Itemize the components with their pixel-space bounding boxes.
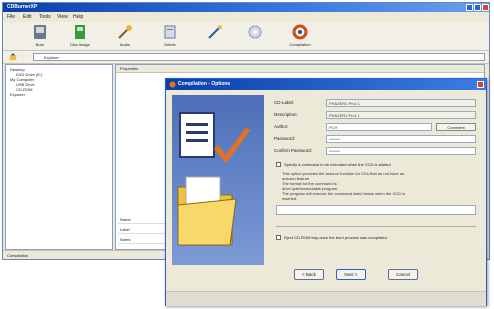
menu-tools[interactable]: Tools	[39, 13, 51, 21]
password-value: *******	[329, 137, 340, 142]
props-row: Name	[118, 215, 170, 224]
dialog-titlebar[interactable]: Compilation - Options	[166, 79, 486, 90]
props-row: Label	[118, 225, 170, 234]
author-value: PCH	[329, 125, 338, 130]
props-row: Notes	[118, 235, 170, 244]
menu-view[interactable]: View	[57, 13, 68, 21]
menubar: File Edit Tools View Help	[3, 13, 489, 21]
description-value: PHAZER1 Pro1 L	[329, 113, 361, 118]
add-file-icon	[75, 25, 85, 39]
wand-icon	[118, 25, 132, 39]
status-text: Compilation	[7, 253, 29, 258]
next-button[interactable]: Next >	[336, 269, 366, 280]
cd-label-value: PHAZER1 Pro1 L	[329, 101, 361, 106]
toolbar-burn-label: Burn	[35, 42, 45, 47]
password-label: Password:	[274, 136, 296, 141]
wizard-side-panel	[172, 95, 264, 265]
app-icon	[169, 81, 176, 88]
toolbar-compilation-button[interactable]: Compilation	[283, 24, 317, 49]
close-button[interactable]	[482, 4, 489, 11]
pen-icon	[208, 25, 222, 39]
cd-label-field[interactable]: PHAZER1 Pro1 L	[326, 99, 476, 107]
burn-icon	[34, 25, 46, 39]
toolbar-disc-button[interactable]	[238, 24, 272, 49]
dialog-close-button[interactable]	[477, 81, 484, 88]
list-header-label: Properties	[120, 66, 139, 71]
toolbar-delete-button[interactable]: Delete	[153, 24, 187, 49]
command-input[interactable]	[276, 205, 476, 215]
eject-checkbox[interactable]	[276, 235, 281, 240]
menu-help[interactable]: Help	[73, 13, 83, 21]
description-label: Description:	[274, 112, 298, 117]
tree-item[interactable]: Explorer	[10, 92, 25, 97]
confirm-password-label: Confirm Password:	[274, 148, 313, 153]
confirm-password-value: *******	[329, 149, 340, 154]
autorun-checkbox[interactable]	[276, 162, 281, 167]
cancel-button[interactable]: Cancel	[388, 269, 418, 280]
disc-icon	[248, 25, 262, 39]
toolbar-green-button[interactable]: Disc image	[63, 24, 97, 49]
folder-tree[interactable]: Desktop DVD Drive (E:) My Computer USB D…	[5, 64, 113, 250]
menu-file[interactable]: File	[7, 13, 15, 21]
author-label: Author:	[274, 124, 289, 129]
options-dialog: Compilation - Options CD-Label: PHAZER1 …	[165, 78, 487, 306]
dialog-status-bar	[166, 291, 486, 306]
document-icon	[164, 25, 176, 39]
compilation-icon	[292, 24, 308, 40]
address-bar: Explorer	[3, 51, 489, 64]
dialog-title: Compilation - Options	[178, 81, 231, 87]
menu-edit[interactable]: Edit	[23, 13, 32, 21]
list-header[interactable]: Properties	[116, 65, 484, 73]
toolbar-audio-button[interactable]: Audio	[108, 24, 142, 49]
cd-label-label: CD-Label:	[274, 100, 295, 105]
toolbar-audio-label: Audio	[119, 42, 131, 47]
separator	[276, 226, 476, 227]
toolbar-disc-image-label: Disc image	[70, 42, 90, 47]
minimize-button[interactable]	[466, 4, 473, 11]
toolbar-delete-label: Delete	[164, 42, 176, 47]
toolbar-pen-button[interactable]	[198, 24, 232, 49]
toolbar-burn-button[interactable]: Burn	[23, 24, 57, 49]
up-icon[interactable]	[9, 53, 17, 61]
main-title: CDBurnerXP	[7, 4, 38, 10]
folder-icon	[177, 176, 237, 246]
maximize-button[interactable]	[474, 4, 481, 11]
confirm-password-field[interactable]: *******	[326, 147, 476, 155]
address-input[interactable]: Explorer	[33, 53, 485, 61]
back-button[interactable]: < Back	[294, 269, 324, 280]
main-titlebar[interactable]: CDBurnerXP	[3, 3, 489, 12]
autorun-checkbox-label: Specify a command to be executed when th…	[284, 162, 391, 167]
help-line: inserted.	[282, 196, 298, 201]
author-field[interactable]: PCH	[326, 123, 432, 131]
description-field[interactable]: PHAZER1 Pro1 L	[326, 111, 476, 119]
toolbar: Burn Disc image Audio Delete Compilation	[3, 22, 489, 51]
toolbar-compilation-label: Compilation	[289, 42, 311, 47]
password-field[interactable]: *******	[326, 135, 476, 143]
eject-checkbox-label: Eject CD-ROM tray once the burn process …	[284, 235, 388, 240]
comment-button[interactable]: Comment	[436, 123, 476, 131]
address-text: Explorer	[44, 55, 59, 60]
